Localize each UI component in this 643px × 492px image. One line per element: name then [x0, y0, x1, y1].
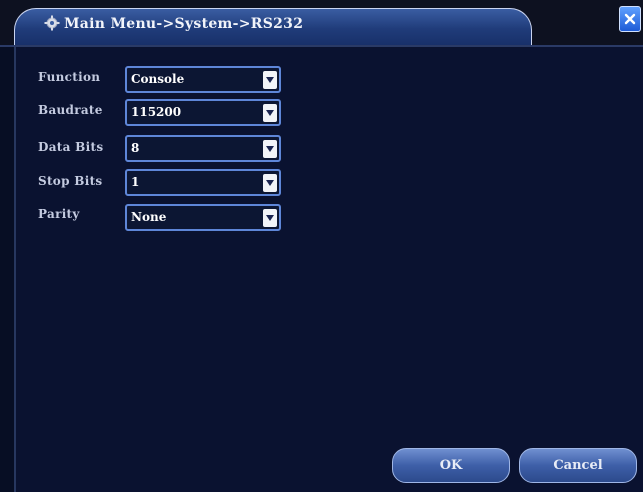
parity-label: Parity: [38, 207, 80, 221]
baudrate-value: 115200: [131, 105, 182, 119]
ok-button[interactable]: OK: [392, 448, 510, 483]
dropdown-arrow-icon: [263, 140, 277, 158]
stop-bits-select[interactable]: 1: [125, 169, 281, 196]
dropdown-arrow-icon: [263, 174, 277, 192]
baudrate-label: Baudrate: [38, 103, 103, 117]
dropdown-arrow-icon: [263, 209, 277, 227]
title-bar: Main Menu->System->RS232: [0, 0, 643, 47]
stop-bits-value: 1: [131, 175, 140, 189]
dropdown-arrow-icon: [263, 104, 277, 122]
data-bits-value: 8: [131, 141, 140, 155]
settings-icon: [44, 15, 60, 31]
cancel-button[interactable]: Cancel: [519, 448, 637, 483]
data-bits-label: Data Bits: [38, 140, 104, 154]
parity-select[interactable]: None: [125, 204, 281, 231]
dropdown-arrow-icon: [263, 71, 277, 89]
baudrate-select[interactable]: 115200: [125, 99, 281, 126]
function-value: Console: [131, 72, 185, 86]
settings-panel: [14, 47, 643, 492]
data-bits-select[interactable]: 8: [125, 135, 281, 162]
function-select[interactable]: Console: [125, 66, 281, 93]
stop-bits-label: Stop Bits: [38, 174, 103, 188]
function-label: Function: [38, 70, 101, 84]
parity-value: None: [131, 210, 167, 224]
close-icon: [624, 13, 636, 25]
window-title: Main Menu->System->RS232: [64, 16, 304, 32]
rs232-settings-window: Main Menu->System->RS232 Function Consol…: [0, 0, 643, 492]
close-button[interactable]: [619, 6, 641, 32]
